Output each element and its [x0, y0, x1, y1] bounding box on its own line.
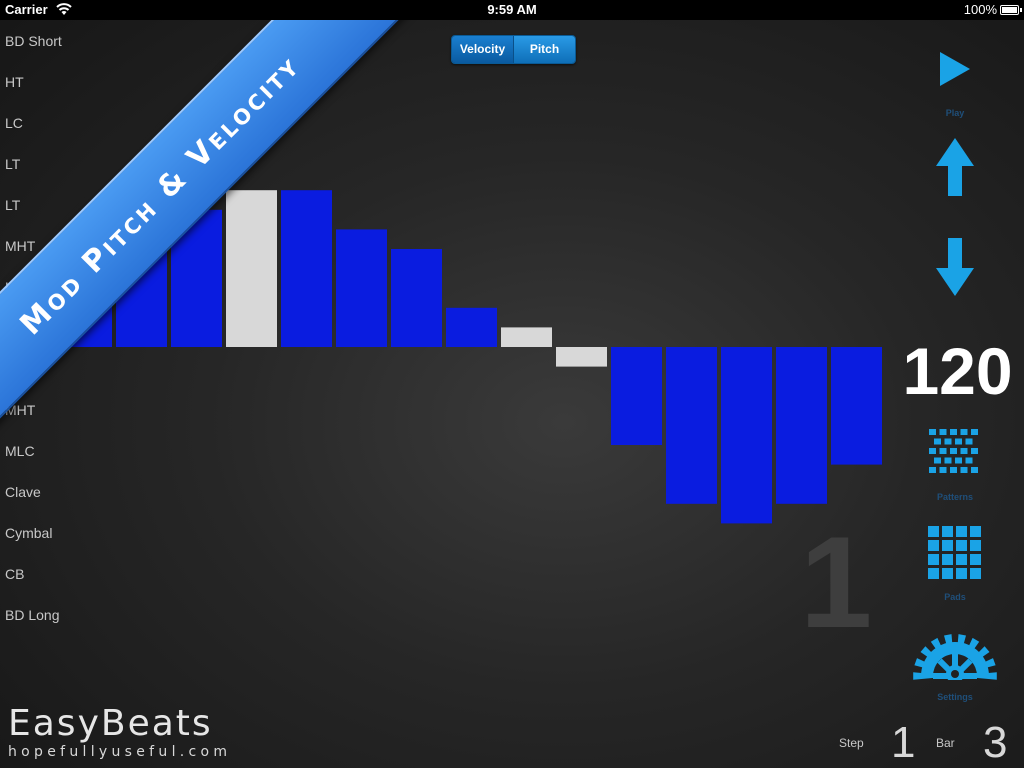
app-logo: EasyBeats [8, 703, 213, 744]
play-icon [940, 52, 970, 86]
velocity-bar[interactable] [611, 347, 662, 445]
velocity-bar[interactable] [336, 229, 387, 347]
patterns-button[interactable]: Patterns [900, 425, 1010, 505]
battery-icon [1000, 5, 1022, 15]
velocity-bar[interactable] [61, 288, 112, 347]
velocity-bar[interactable] [831, 347, 882, 465]
arrow-down-icon [936, 238, 974, 296]
step-label: Step [839, 736, 864, 750]
tempo-up-button[interactable] [900, 136, 1010, 198]
settings-label: Settings [937, 692, 973, 702]
clock: 9:59 AM [487, 2, 537, 17]
patterns-icon [929, 429, 978, 473]
velocity-bar[interactable] [226, 190, 277, 347]
velocity-bar[interactable] [281, 190, 332, 347]
tempo-down-button[interactable] [900, 236, 1010, 298]
velocity-bar[interactable] [501, 327, 552, 347]
pads-icon [928, 526, 981, 579]
current-step-indicator: 1 [800, 509, 873, 655]
velocity-bar[interactable] [6, 317, 57, 347]
status-bar: Carrier 9:59 AM 100% [0, 0, 1024, 20]
play-button[interactable]: Play [900, 50, 1010, 120]
pads-label: Pads [944, 592, 966, 602]
velocity-bar[interactable] [666, 347, 717, 504]
velocity-bar[interactable] [776, 347, 827, 504]
velocity-bar[interactable] [116, 249, 167, 347]
velocity-bar[interactable] [446, 307, 497, 347]
battery-percent: 100% [963, 2, 997, 17]
gear-icon [913, 634, 997, 680]
play-label: Play [945, 108, 965, 118]
settings-button[interactable]: Settings [900, 610, 1010, 705]
velocity-bar[interactable] [171, 209, 222, 347]
velocity-bar[interactable] [556, 347, 607, 367]
patterns-label: Patterns [936, 492, 973, 502]
step-value: 1 [891, 718, 916, 767]
arrow-up-icon [936, 138, 974, 196]
tempo-display: 120 [902, 334, 1013, 408]
bar-value: 3 [983, 718, 1008, 767]
velocity-bar[interactable] [721, 347, 772, 524]
app-website: hopefullyuseful.com [8, 744, 232, 760]
velocity-bar[interactable] [391, 249, 442, 347]
pads-button[interactable]: Pads [900, 525, 1010, 605]
bar-label: Bar [936, 736, 955, 750]
